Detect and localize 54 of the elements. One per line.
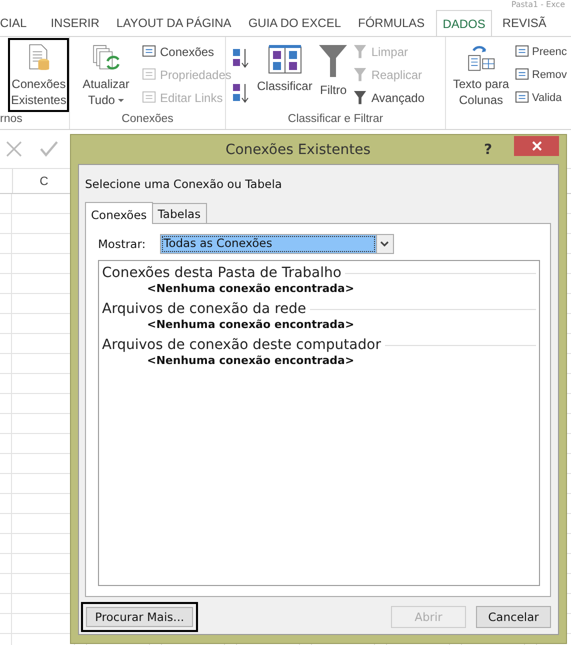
help-button[interactable]: ? <box>478 142 498 158</box>
ribbon-button[interactable]: Remov <box>515 63 567 86</box>
ribbon-button[interactable]: Atualizar Tudo <box>74 40 138 110</box>
check-icon[interactable] <box>40 141 58 157</box>
sort-ascending-icon[interactable] <box>232 46 250 68</box>
funnel-icon <box>353 90 368 105</box>
group-label: rnos <box>0 113 24 127</box>
ribbon-tab[interactable]: CIAL <box>0 10 33 36</box>
window-title: Pasta1 - Exce <box>511 0 565 10</box>
caret-icon <box>118 99 124 102</box>
dialog-title: Conexões Existentes <box>224 142 372 158</box>
section-heading: Conexões desta Pasta de Trabalho <box>102 265 342 281</box>
sort-descending-icon[interactable] <box>232 82 250 104</box>
ribbon-tab[interactable]: LAYOUT DA PÁGINA <box>110 10 238 36</box>
funnel-icon <box>353 67 368 82</box>
funnel-icon <box>353 44 368 59</box>
section-heading: Arquivos de conexão deste computador <box>102 337 381 353</box>
ribbon-button[interactable]: Classificar <box>256 40 314 110</box>
ribbon-tab[interactable]: GUIA DO EXCEL <box>242 10 348 36</box>
dialog-tab[interactable]: Conexões <box>85 202 153 224</box>
close-button[interactable] <box>514 136 559 156</box>
ribbon-button[interactable]: Valida <box>515 86 567 109</box>
list-icon <box>142 44 157 59</box>
dialog-tab[interactable]: Tabelas <box>152 203 207 223</box>
empty-message: <Nenhuma conexão encontrada> <box>146 318 356 331</box>
section-heading: Arquivos de conexão da rede <box>102 301 306 317</box>
close-icon <box>532 140 542 150</box>
ribbon-button[interactable]: Conexões <box>142 40 232 63</box>
ribbon-tab[interactable]: DADOS <box>436 10 492 36</box>
show-dropdown[interactable]: Todas as Conexões <box>160 234 394 254</box>
ribbon-button[interactable]: Texto para Colunas <box>449 40 513 110</box>
empty-message: <Nenhuma conexão encontrada> <box>146 354 356 367</box>
group-label: Classificar e Filtrar <box>286 113 384 127</box>
list-icon <box>142 67 157 82</box>
ribbon-tab[interactable]: FÓRMULAS <box>352 10 431 36</box>
ribbon-button[interactable]: Avançado <box>353 86 424 109</box>
dialog-prompt: Selecione uma Conexão ou Tabela <box>85 177 283 191</box>
list-icon <box>142 90 157 105</box>
ribbon-button[interactable]: Conexões Existentes <box>10 40 68 110</box>
group-label: Conexões <box>120 113 174 127</box>
ribbon-tab[interactable]: REVISÃ <box>497 10 546 36</box>
dialog-button[interactable]: Cancelar <box>476 606 551 628</box>
ribbon-tab[interactable]: INSERIR <box>44 10 106 36</box>
chevron-down-icon <box>380 241 390 247</box>
list-icon <box>515 67 530 82</box>
funnel-icon <box>318 44 348 78</box>
show-label: Mostrar: <box>98 237 146 251</box>
empty-message: <Nenhuma conexão encontrada> <box>146 282 356 295</box>
sort-grid-icon <box>268 44 302 74</box>
ribbon-button[interactable]: Preenc <box>515 40 567 63</box>
list-icon <box>515 90 530 105</box>
ribbon-button[interactable]: Filtro <box>317 40 350 110</box>
dialog-button[interactable]: Procurar Mais... <box>81 602 198 632</box>
list-icon <box>515 44 530 59</box>
